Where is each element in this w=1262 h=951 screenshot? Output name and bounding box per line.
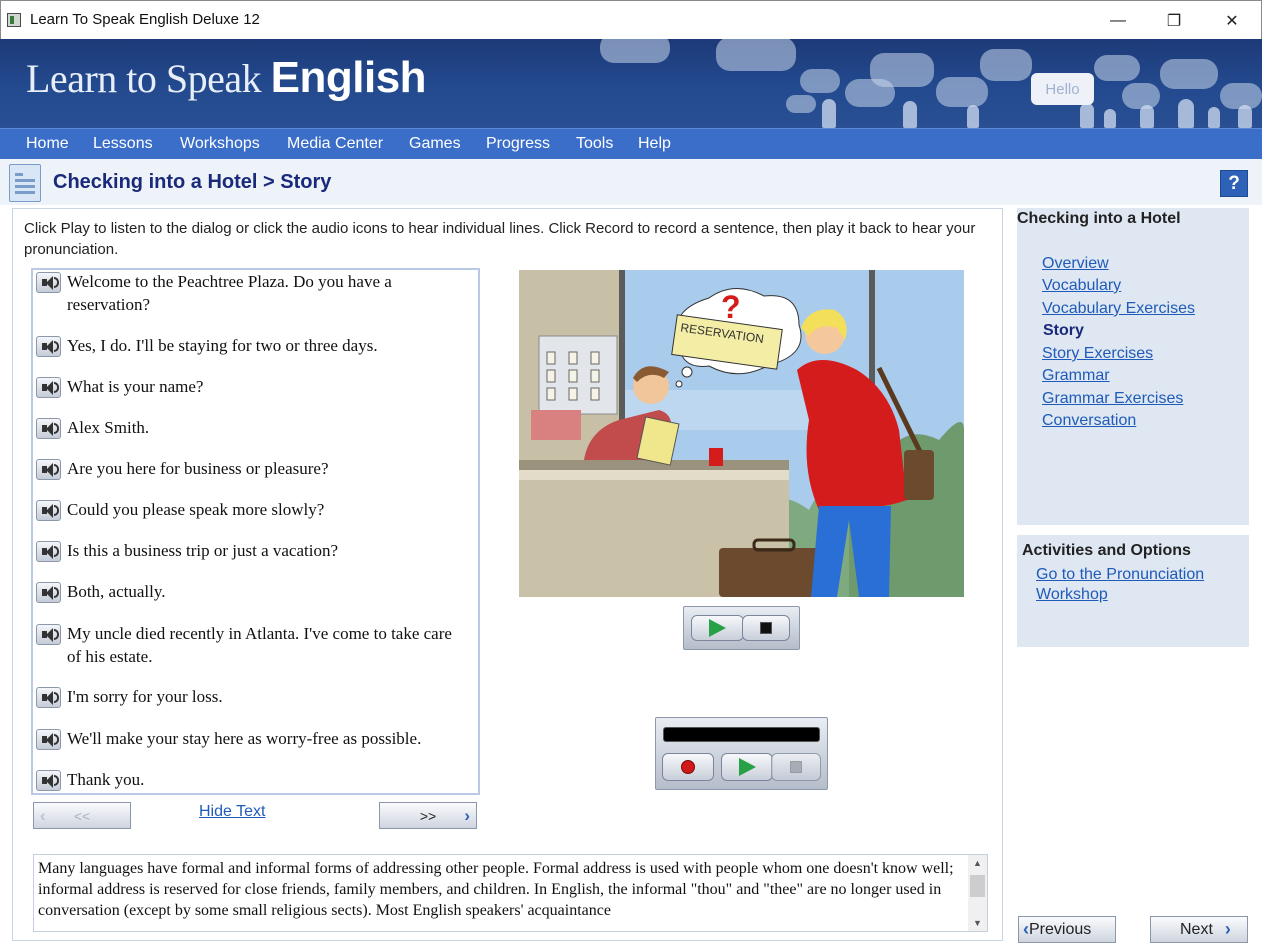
playback-button[interactable] [721,753,773,781]
menu-help[interactable]: Help [638,135,671,153]
maximize-icon: ❐ [1166,12,1182,30]
sidebar-item-conversation[interactable]: Conversation [1042,412,1136,430]
scroll-down-icon[interactable]: ▼ [973,918,982,928]
hello-bubble: Hello [1031,73,1094,105]
record-icon [681,760,695,774]
list-item: My uncle died recently in Atlanta. I've … [33,622,457,668]
list-item: Both, actually. [33,580,457,603]
activities-title: Activities and Options [1022,542,1191,559]
menu-home[interactable]: Home [26,135,69,153]
culture-notes-text: Many languages have formal and informal … [38,860,954,919]
close-icon: ✕ [1225,12,1239,30]
sidebar-item-vocabulary[interactable]: Vocabulary [1042,277,1121,295]
activities-panel: Activities and Options Go to the Pronunc… [1017,535,1249,647]
list-item: What is your name? [33,375,457,398]
list-item: Are you here for business or pleasure? [33,457,457,480]
list-item: We'll make your stay here as worry-free … [33,727,457,750]
hide-text-link[interactable]: Hide Text [199,803,265,821]
record-button[interactable] [662,753,714,781]
menu-lessons[interactable]: Lessons [93,135,153,153]
audio-speaker-icon[interactable] [36,582,61,603]
sidebar-item-story: Story [1043,322,1084,339]
sidebar-item-grammar[interactable]: Grammar [1042,367,1110,385]
recording-level-meter [663,727,820,742]
document-icon [9,164,41,202]
menu-progress[interactable]: Progress [486,135,550,153]
menu-tools[interactable]: Tools [576,135,613,153]
sidebar-item-grammar-exercises[interactable]: Grammar Exercises [1042,390,1183,408]
play-icon [739,758,756,776]
list-item: Is this a business trip or just a vacati… [33,539,457,562]
menu-workshops[interactable]: Workshops [180,135,260,153]
lesson-title: Checking into a Hotel [1017,210,1181,227]
audio-speaker-icon[interactable] [36,729,61,750]
page-title: Checking into a Hotel > Story [53,171,332,193]
minimize-icon: — [1110,11,1126,29]
voice-recorder [655,717,828,790]
next-button[interactable]: Next › [1150,916,1248,943]
story-panel: Click Play to listen to the dialog or cl… [12,208,1003,941]
dialog-list: Welcome to the Peachtree Plaza. Do you h… [31,268,480,795]
list-item: Thank you. [33,768,457,791]
audio-speaker-icon[interactable] [36,541,61,562]
scrollbar-thumb[interactable] [970,875,985,897]
menu-games[interactable]: Games [409,135,461,153]
main-menu: Home Lessons Workshops Media Center Game… [0,128,1262,159]
page-header: Checking into a Hotel > Story ? [0,159,1262,205]
window-title-bar[interactable]: Learn To Speak English Deluxe 12 — ❐ ✕ [0,0,1262,39]
dialog-player [683,606,800,650]
audio-speaker-icon[interactable] [36,770,61,791]
previous-button[interactable]: ‹ Previous [1018,916,1116,943]
chevron-left-icon: ‹ [40,806,46,825]
audio-speaker-icon[interactable] [36,336,61,357]
lesson-sidebar: Checking into a Hotel Overview Vocabular… [1017,208,1249,525]
list-item: Welcome to the Peachtree Plaza. Do you h… [33,270,457,316]
stop-button[interactable] [742,615,790,641]
hotel-scene-image: RESERVATION ? [519,270,964,597]
audio-speaker-icon[interactable] [36,687,61,708]
audio-speaker-icon[interactable] [36,459,61,480]
app-logo: Learn to Speak English [26,53,427,102]
stop-icon [790,761,802,773]
list-item: Yes, I do. I'll be staying for two or th… [33,334,457,357]
list-item: Alex Smith. [33,416,457,439]
audio-speaker-icon[interactable] [36,500,61,521]
play-button[interactable] [691,615,744,641]
audio-speaker-icon[interactable] [36,624,61,645]
previous-lines-button[interactable]: ‹ << [33,802,131,829]
pronunciation-workshop-link[interactable]: Go to the Pronunciation Workshop [1036,565,1226,605]
sidebar-item-overview[interactable]: Overview [1042,255,1109,273]
maximize-button[interactable]: ❐ [1145,1,1203,40]
app-banner: Learn to Speak English Hello [0,39,1262,128]
stop-recording-button[interactable] [771,753,821,781]
question-mark-icon: ? [721,289,741,325]
list-item: I'm sorry for your loss. [33,685,457,708]
window-title: Learn To Speak English Deluxe 12 [30,11,260,28]
chevron-right-icon: › [1224,919,1231,939]
culture-notes-box[interactable]: Many languages have formal and informal … [33,854,988,932]
story-illustration: RESERVATION ? [519,270,964,597]
help-button[interactable]: ? [1220,170,1248,197]
notes-scrollbar[interactable]: ▲ ▼ [968,855,987,931]
sidebar-item-story-exercises[interactable]: Story Exercises [1042,345,1153,363]
scroll-up-icon[interactable]: ▲ [973,858,982,868]
minimize-button[interactable]: — [1089,1,1147,40]
chevron-right-icon: › [464,806,470,825]
play-icon [709,619,726,637]
audio-speaker-icon[interactable] [36,418,61,439]
audio-speaker-icon[interactable] [36,272,61,293]
next-lines-button[interactable]: >> › [379,802,477,829]
instructions-text: Click Play to listen to the dialog or cl… [24,220,976,258]
audio-speaker-icon[interactable] [36,377,61,398]
sidebar-item-vocabulary-exercises[interactable]: Vocabulary Exercises [1042,300,1195,318]
list-item: Could you please speak more slowly? [33,498,457,521]
close-button[interactable]: ✕ [1203,1,1261,40]
stop-icon [760,622,772,634]
menu-media-center[interactable]: Media Center [287,135,383,153]
app-icon [7,13,21,27]
